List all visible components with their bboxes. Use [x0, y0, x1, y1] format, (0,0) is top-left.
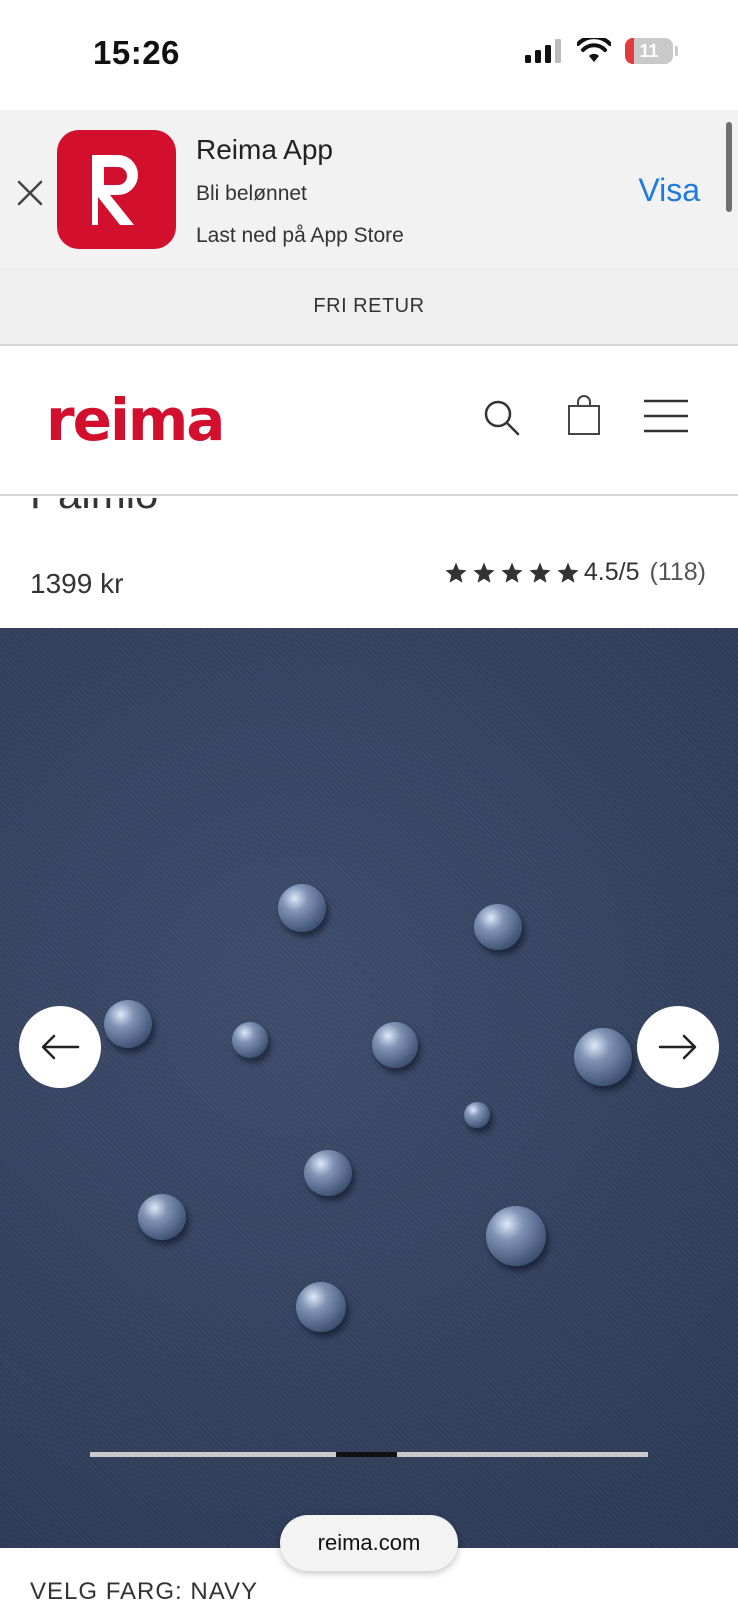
shopping-bag-icon[interactable] — [566, 394, 602, 436]
battery-tip — [675, 46, 678, 56]
next-image-button[interactable] — [637, 1006, 719, 1088]
star-icon — [445, 562, 467, 583]
water-drop — [304, 1150, 352, 1196]
site-header: reima — [0, 346, 738, 496]
water-drop — [104, 1000, 152, 1048]
star-icon — [529, 562, 551, 583]
status-time: 15:26 — [93, 34, 180, 71]
arrow-right-icon — [658, 1034, 697, 1060]
rating-stars — [444, 561, 580, 585]
gallery-progress-bar[interactable] — [90, 1452, 648, 1457]
water-drop — [464, 1102, 490, 1128]
star-icon — [501, 562, 523, 583]
water-drop — [474, 904, 522, 950]
battery-level: 11 — [639, 40, 659, 61]
water-drop — [296, 1282, 346, 1332]
color-selector-label: VELG FARG: NAVY — [30, 1578, 258, 1605]
water-drop — [486, 1206, 546, 1266]
fabric-image — [0, 628, 738, 1548]
browser-url-bar[interactable]: reima.com — [280, 1515, 458, 1571]
water-drop — [232, 1022, 268, 1058]
rating-value: 4.5/5 — [583, 558, 640, 586]
water-drop — [372, 1022, 418, 1068]
status-bar: 15:26 11 — [0, 0, 738, 110]
app-store-text: Last ned på App Store — [196, 224, 404, 247]
gallery-progress-thumb — [335, 1452, 397, 1457]
menu-icon[interactable] — [642, 398, 690, 434]
product-price: 1399 kr — [30, 568, 124, 599]
search-icon[interactable] — [482, 398, 522, 438]
water-drop — [138, 1194, 186, 1240]
close-icon[interactable] — [15, 178, 45, 208]
water-drop — [278, 884, 326, 932]
view-app-button[interactable]: Visa — [638, 172, 700, 209]
star-icon — [473, 562, 495, 583]
star-icon — [557, 562, 579, 583]
app-subtitle: Bli belønnet — [196, 182, 307, 205]
app-banner: Reima App Bli belønnet Last ned på App S… — [0, 110, 738, 268]
wifi-icon — [577, 38, 611, 62]
previous-image-button[interactable] — [19, 1006, 101, 1088]
product-rating[interactable]: 4.5/5 (118) — [444, 558, 706, 587]
page-scrollbar[interactable] — [726, 122, 732, 212]
rating-count: (118) — [649, 558, 706, 586]
promo-bar[interactable]: FRI RETUR — [0, 268, 738, 346]
arrow-left-icon — [41, 1034, 80, 1060]
product-image-gallery[interactable] — [0, 628, 738, 1548]
battery-icon: 11 — [625, 38, 673, 64]
app-name: Reima App — [196, 134, 333, 165]
water-drop — [574, 1028, 632, 1086]
reima-logo[interactable]: reima — [46, 386, 225, 454]
app-icon[interactable] — [57, 130, 176, 249]
reima-r-logo-icon — [91, 154, 138, 225]
signal-icon — [525, 39, 561, 63]
status-icons: 11 — [525, 38, 678, 64]
